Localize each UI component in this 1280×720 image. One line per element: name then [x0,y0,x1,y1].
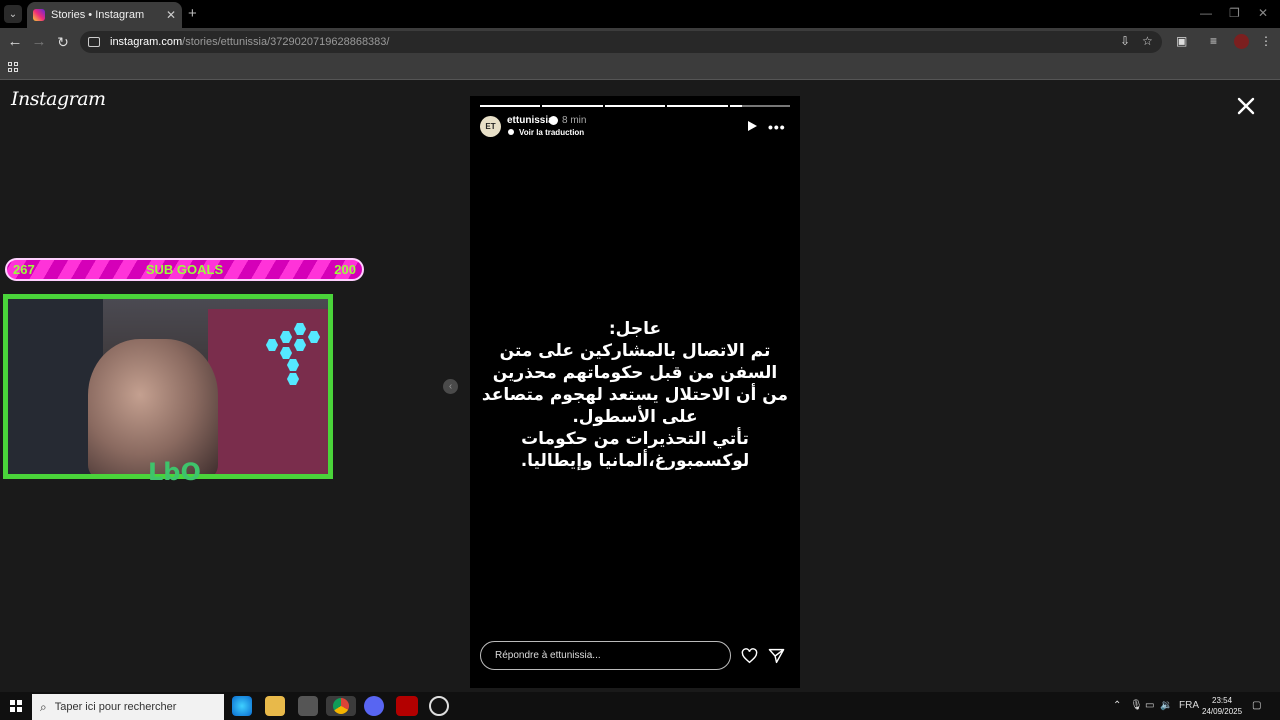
taskbar-clock[interactable]: 23:54 24/09/2025 [1202,695,1242,717]
sub-goals-target: 200 [334,262,356,277]
verified-badge-icon [549,116,558,125]
translate-icon [508,129,514,135]
url-host: instagram.com [110,36,183,48]
windows-taskbar: ⌕ Taper ici pour rechercher ⌃ 🎙 ▭ 🔉 FRA … [0,692,1280,720]
network-icon[interactable]: ▭ [1145,700,1154,711]
browser-menu-icon[interactable]: ⋮ [1260,34,1272,48]
taskbar-search[interactable]: ⌕ Taper ici pour rechercher [32,694,224,720]
close-icon[interactable] [1234,94,1258,118]
search-icon: ⌕ [40,699,47,714]
chrome-icon[interactable] [326,696,356,716]
profile-avatar[interactable] [1234,34,1249,49]
bookmark-star-icon[interactable]: ☆ [1142,34,1153,48]
heart-icon[interactable] [741,648,758,664]
browser-toolbar: ← → ↻ instagram.com/stories/ettunissia/3… [0,28,1280,56]
story-progress-segment [667,105,728,107]
reload-button[interactable]: ↻ [54,33,72,51]
windows-start-icon[interactable] [10,700,22,712]
clock-time: 23:54 [1212,696,1233,705]
input-language[interactable]: FRA [1179,700,1199,711]
store-icon[interactable] [298,696,318,716]
sub-goals-label: SUB GOALS [145,262,224,277]
clock-date: 24/09/2025 [1202,707,1243,716]
story-progress-segment [604,105,666,107]
reply-input[interactable]: Répondre à ettunissia... [480,641,731,670]
close-window-icon[interactable]: ✕ [1258,6,1268,20]
story-author-username[interactable]: ettunissia [507,115,554,126]
more-options-icon[interactable]: ••• [768,119,786,135]
instagram-favicon-icon [33,9,45,21]
instagram-logo[interactable]: Instagram [11,88,106,110]
volume-icon[interactable]: 🔉 [1160,700,1172,711]
close-tab-icon[interactable]: ✕ [166,8,176,22]
story-progress-segment [480,105,541,107]
apps-grid-icon[interactable] [8,62,18,72]
instagram-story-page: Instagram ‹ 267 SUB GOALS 200 LbO ET ett… [0,80,1280,692]
see-translation-link[interactable]: Voir la traduction [519,128,584,137]
obs-icon[interactable] [429,696,449,716]
story-progress-segment [729,105,791,107]
file-explorer-icon[interactable] [265,696,285,716]
media-control-icon[interactable]: ≡ [1210,34,1217,48]
send-icon[interactable] [768,648,785,664]
tray-overflow-icon[interactable]: ⌃ [1113,700,1121,711]
browser-tabstrip: ⌄ Stories • Instagram ✕ + — ❐ ✕ [0,0,1280,28]
microphone-icon[interactable]: 🎙 [1130,700,1143,711]
forward-button[interactable]: → [30,33,48,51]
sub-goals-bar: 267 SUB GOALS 200 [5,258,364,281]
tab-title: Stories • Instagram [51,9,145,21]
voicemeeter-icon[interactable] [396,696,418,716]
previous-story-chevron-icon[interactable]: ‹ [443,379,458,394]
maximize-icon[interactable]: ❐ [1229,6,1240,20]
story-time-ago: 8 min [562,115,587,126]
webcam-feed [3,294,333,479]
tab-search-button[interactable]: ⌄ [4,5,22,23]
taskbar-search-placeholder: Taper ici pour rechercher [54,701,177,713]
site-info-icon[interactable] [88,37,100,47]
browser-tab[interactable]: Stories • Instagram ✕ [27,2,182,28]
story-text: عاجل: تم الاتصال بالمشاركين على متن السف… [481,319,789,471]
story-progress-segment [542,105,603,107]
install-app-icon[interactable]: ⇩ [1120,34,1130,48]
edge-icon[interactable] [232,696,252,716]
sub-goals-current: 267 [13,262,35,277]
new-tab-button[interactable]: + [188,5,197,22]
story-progress-bar [480,105,791,107]
streamer-logo: LbO [148,458,201,486]
story-author-avatar[interactable]: ET [480,116,501,137]
play-icon[interactable] [747,120,758,132]
minimize-icon[interactable]: — [1200,6,1212,20]
bookmarks-bar [0,56,1280,80]
url-path: /stories/ettunissia/3729020719628868383/ [182,36,390,48]
story-viewer: ET ettunissia 8 min Voir la traduction •… [470,96,800,688]
extensions-icon[interactable]: ▣ [1176,34,1187,48]
back-button[interactable]: ← [6,33,24,51]
address-bar[interactable]: instagram.com/stories/ettunissia/3729020… [80,31,1162,53]
discord-icon[interactable] [364,696,384,716]
notifications-icon[interactable]: ▢ [1252,700,1261,711]
